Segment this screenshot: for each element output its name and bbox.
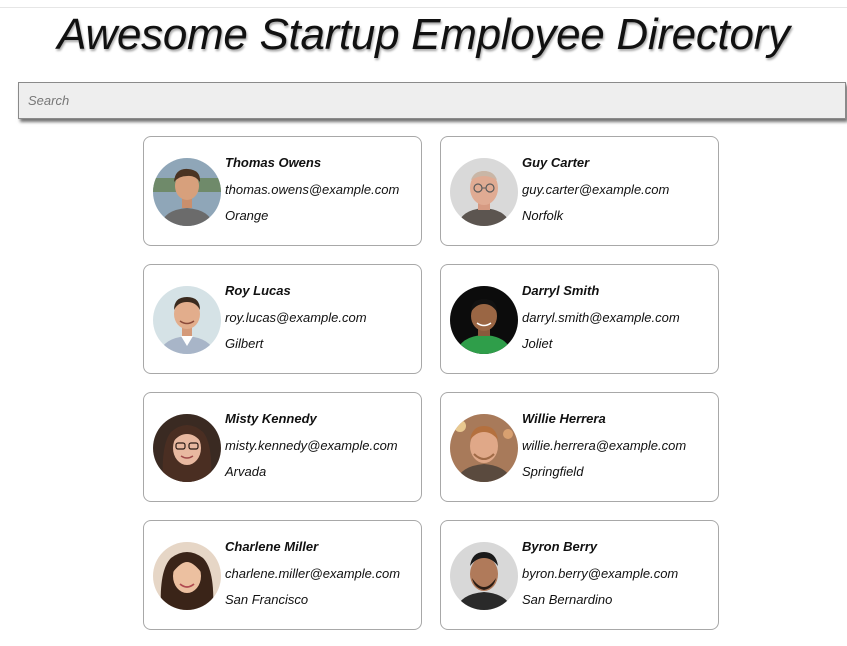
employee-card[interactable]: Thomas Owens thomas.owens@example.com Or… <box>143 136 422 246</box>
avatar <box>450 158 518 226</box>
employee-email: guy.carter@example.com <box>522 182 670 197</box>
employee-card[interactable]: Darryl Smith darryl.smith@example.com Jo… <box>440 264 719 374</box>
employee-email: thomas.owens@example.com <box>225 182 400 197</box>
search-input[interactable] <box>18 82 846 119</box>
employee-email: byron.berry@example.com <box>522 566 679 581</box>
employee-card[interactable]: Charlene Miller charlene.miller@example.… <box>143 520 422 630</box>
employee-city: Springfield <box>522 464 584 479</box>
avatar <box>450 414 518 482</box>
employee-name: Guy Carter <box>522 155 590 170</box>
employee-name: Charlene Miller <box>225 539 319 554</box>
employee-email: roy.lucas@example.com <box>225 310 367 325</box>
employee-email: willie.herrera@example.com <box>522 438 687 453</box>
employee-city: Arvada <box>225 464 267 479</box>
employee-name: Thomas Owens <box>225 155 322 170</box>
employee-city: San Francisco <box>225 592 309 607</box>
employee-city: Joliet <box>522 336 553 351</box>
employee-email: misty.kennedy@example.com <box>225 438 398 453</box>
avatar <box>153 414 221 482</box>
employee-city: Gilbert <box>225 336 264 351</box>
employee-email: darryl.smith@example.com <box>522 310 680 325</box>
page-title: Awesome Startup Employee Directory <box>57 10 790 59</box>
avatar <box>153 158 221 226</box>
employee-name: Darryl Smith <box>522 283 600 298</box>
employee-name: Misty Kennedy <box>225 411 317 426</box>
top-divider <box>0 7 847 8</box>
employee-name: Byron Berry <box>522 539 598 554</box>
avatar <box>450 542 518 610</box>
employee-card[interactable]: Misty Kennedy misty.kennedy@example.com … <box>143 392 422 502</box>
employee-name: Willie Herrera <box>522 411 606 426</box>
employee-card[interactable]: Guy Carter guy.carter@example.com Norfol… <box>440 136 719 246</box>
avatar <box>450 286 518 354</box>
employee-email: charlene.miller@example.com <box>225 566 401 581</box>
employee-city: Norfolk <box>522 208 564 223</box>
avatar <box>153 542 221 610</box>
employee-name: Roy Lucas <box>225 283 291 298</box>
employee-city: San Bernardino <box>522 592 613 607</box>
avatar <box>153 286 221 354</box>
employee-card[interactable]: Roy Lucas roy.lucas@example.com Gilbert <box>143 264 422 374</box>
employee-card[interactable]: Byron Berry byron.berry@example.com San … <box>440 520 719 630</box>
employee-city: Orange <box>225 208 269 223</box>
employee-card[interactable]: Willie Herrera willie.herrera@example.co… <box>440 392 719 502</box>
